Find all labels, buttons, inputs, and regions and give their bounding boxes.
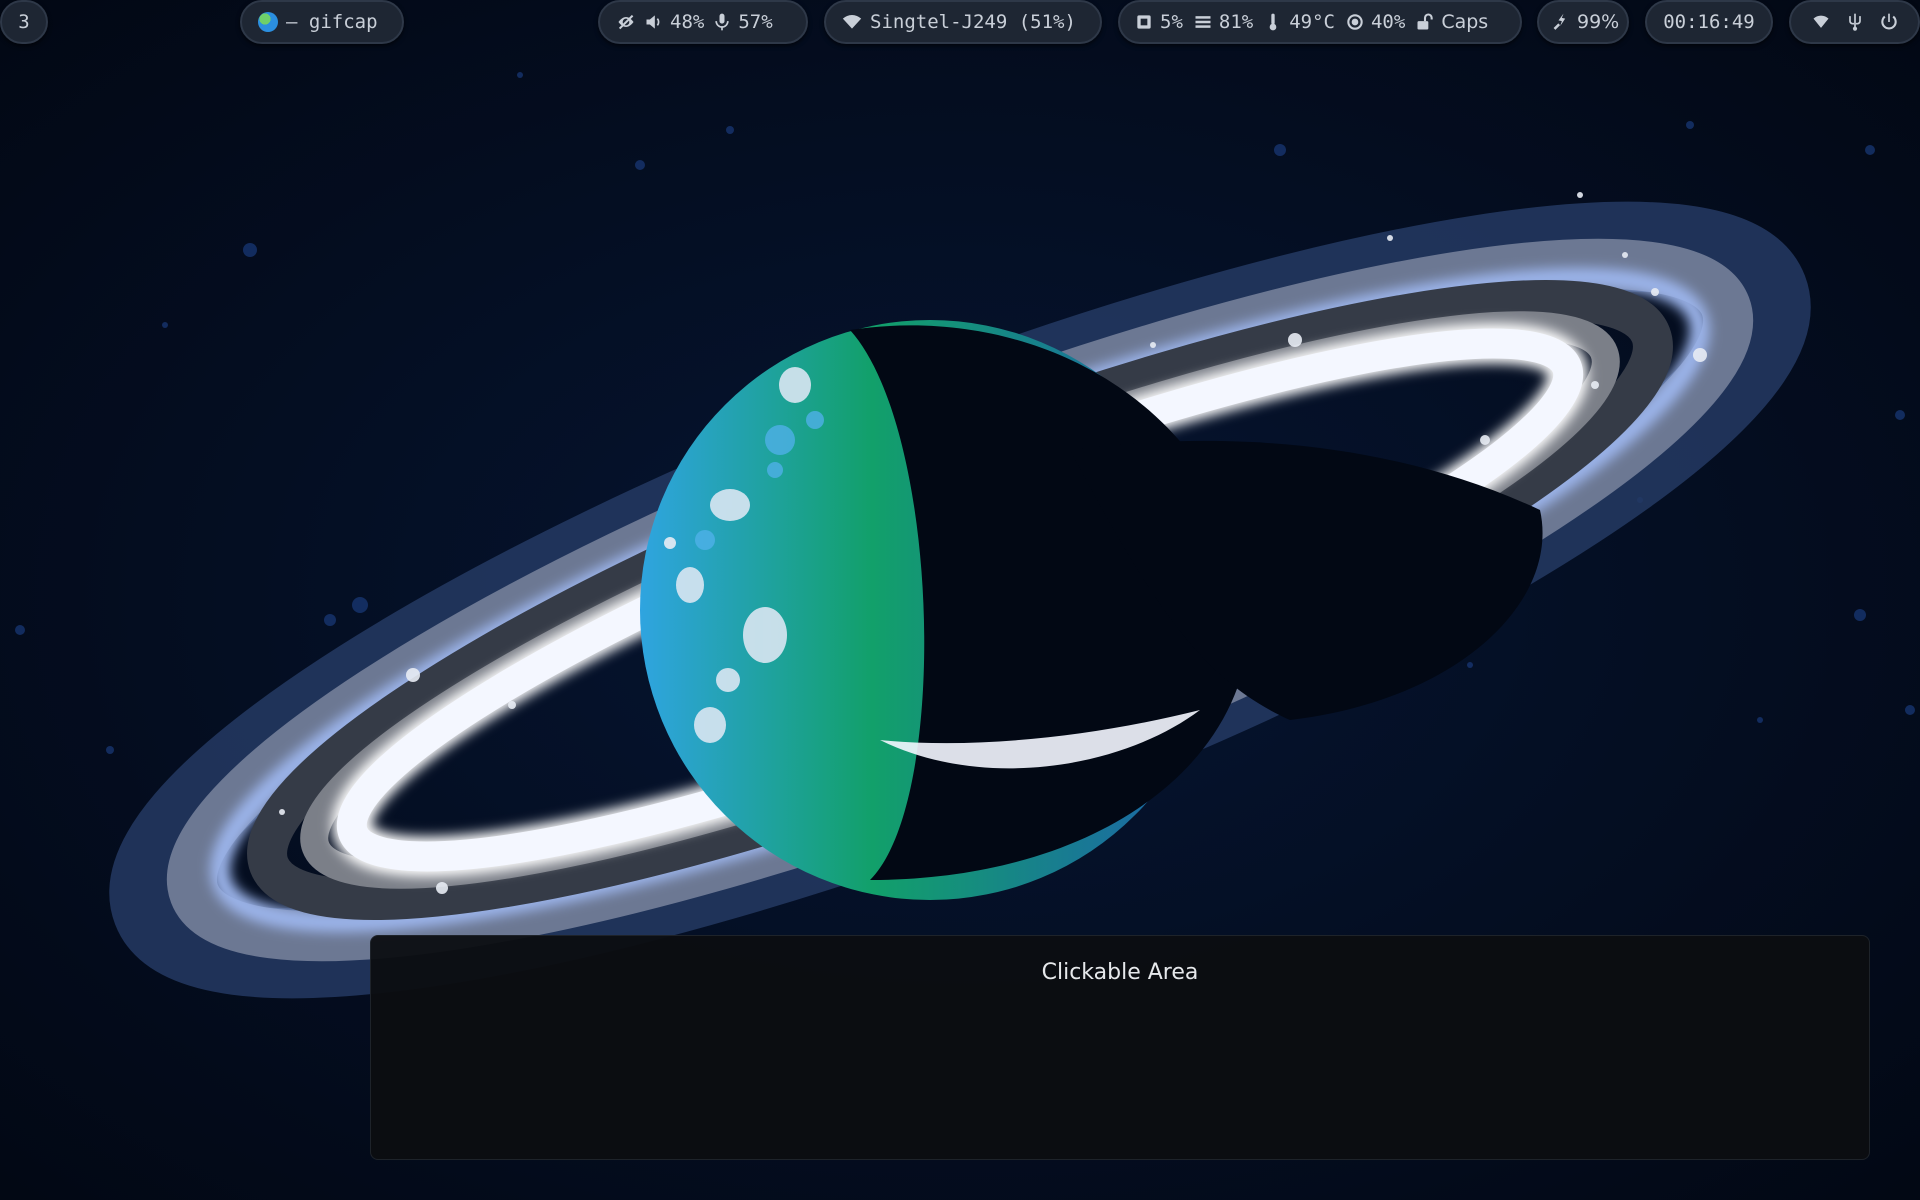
caps-lock-label: Caps: [1441, 11, 1489, 33]
workspace-number: 3: [18, 11, 30, 33]
volume-segment[interactable]: 48%: [644, 11, 704, 33]
memory-icon: [1195, 16, 1211, 28]
memory-segment[interactable]: 81%: [1193, 11, 1253, 33]
active-window-title[interactable]: – gifcap: [240, 0, 404, 44]
cpu-segment[interactable]: 5%: [1134, 11, 1183, 33]
window-title-text: – gifcap: [286, 11, 378, 33]
wifi-icon[interactable]: [1811, 12, 1831, 32]
thermometer-icon: [1269, 13, 1277, 31]
clickable-area[interactable]: Clickable Area: [370, 935, 1870, 1160]
volume-level: 48%: [670, 11, 705, 33]
temperature-segment[interactable]: 49°C: [1263, 11, 1335, 33]
wifi-icon: [842, 15, 862, 29]
microphone-icon: [715, 13, 729, 31]
cpu-icon: [1137, 15, 1151, 29]
battery-module[interactable]: 99%: [1537, 0, 1629, 44]
speaker-icon: [646, 15, 660, 29]
power-icon[interactable]: [1879, 12, 1899, 32]
wifi-network-name: Singtel-J249 (51%): [870, 11, 1076, 33]
globe-icon: [258, 12, 278, 32]
brightness-segment[interactable]: 40%: [1345, 11, 1405, 33]
unlock-icon: [1417, 13, 1434, 30]
mic-segment[interactable]: 57%: [712, 11, 773, 33]
plug-icon: [1553, 13, 1566, 30]
temperature-value: 49°C: [1289, 11, 1335, 33]
usb-icon[interactable]: [1845, 12, 1865, 32]
cpu-usage: 5%: [1160, 11, 1183, 33]
brightness-icon: [1347, 14, 1363, 30]
eye-slash-icon[interactable]: [616, 12, 636, 32]
memory-usage: 81%: [1218, 11, 1254, 33]
network-module[interactable]: Singtel-J249 (51%): [824, 0, 1102, 44]
battery-level: 99%: [1577, 11, 1620, 33]
workspace-indicator[interactable]: 3: [0, 0, 48, 44]
system-module[interactable]: 5% 81% 49°C 40% Caps: [1118, 0, 1522, 44]
clock-time: 00:16:49: [1663, 11, 1755, 33]
brightness-level: 40%: [1370, 11, 1406, 33]
mic-level: 57%: [738, 11, 773, 33]
audio-module[interactable]: 48% 57%: [598, 0, 808, 44]
clock-module[interactable]: 00:16:49: [1645, 0, 1773, 44]
clickable-area-label: Clickable Area: [1041, 960, 1199, 985]
system-tray: [1789, 0, 1920, 44]
caps-lock-segment[interactable]: Caps: [1415, 11, 1488, 33]
